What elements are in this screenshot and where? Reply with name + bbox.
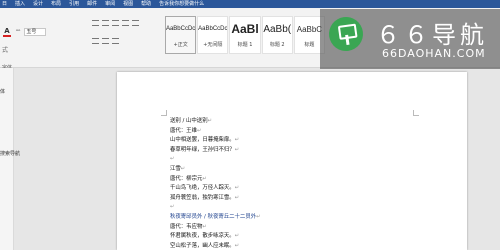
document-line-text: 送别 / 山中送别	[170, 118, 208, 124]
sidebar-style-label: 式	[2, 47, 9, 54]
justify-icon[interactable]	[122, 20, 129, 26]
paragraph-mark-icon: ↵	[256, 213, 261, 220]
document-line-text: 唐代：柳宗元	[170, 175, 203, 182]
paragraph-mark-icon: ↵	[170, 204, 175, 211]
paragraph-mark-icon: ↵	[202, 175, 207, 182]
paragraph-mark-icon: ↵	[170, 156, 175, 163]
document-line[interactable]: ↵	[170, 203, 370, 213]
document-line[interactable]: 山中相送罢，日暮掩柴扉。↵	[170, 136, 370, 146]
tab-insert[interactable]: 插入	[15, 0, 25, 8]
paragraph-mark-icon: ↵	[196, 127, 202, 134]
tab-review[interactable]: 审阅	[105, 0, 115, 8]
navigation-pane[interactable]: 体 搜索导航	[0, 68, 20, 250]
align-right-icon[interactable]	[112, 20, 119, 26]
document-line[interactable]: 怀君属秋夜，散步咏凉天。↵	[170, 232, 370, 242]
align-center-icon[interactable]	[102, 20, 109, 26]
document-line[interactable]: 春草明年绿，王孙归不归？↵	[170, 146, 370, 156]
align-left-icon[interactable]	[92, 20, 99, 26]
paragraph-mark-icon: ↵	[234, 185, 240, 192]
style-sample: AaBbCcDc	[165, 26, 196, 32]
numbering-icon[interactable]	[102, 38, 109, 44]
document-line-text: 秋夜寄邱员外 / 秋夜寄丘二十二员外	[170, 213, 257, 220]
paragraph-mark-icon: ↵	[234, 242, 240, 249]
watermark-url: 66DAOHAN.COM	[382, 47, 486, 60]
tell-me-search[interactable]: 告诉我你想要做什么	[159, 0, 204, 8]
font-size-select[interactable]: 五号	[24, 28, 47, 36]
styles-gallery: AaBbCcDc +正文 AaBbCcDc +无间隔 AaBl 标题 1 AaB…	[165, 16, 326, 54]
indent-icon[interactable]	[112, 38, 119, 44]
paragraph-group	[90, 18, 160, 58]
tab-help[interactable]: 帮助	[141, 0, 151, 8]
tab-references[interactable]: 引用	[69, 0, 79, 8]
style-name: 标题 2	[269, 42, 285, 48]
tab-view[interactable]: 视图	[123, 0, 133, 8]
document-line[interactable]: ↵	[170, 155, 370, 165]
font-color-glyph: A	[4, 26, 10, 35]
tab-mailings[interactable]: 邮件	[87, 0, 97, 8]
document-line-text: 唐代：王维	[170, 127, 197, 134]
style-name: +无间隔	[203, 42, 223, 48]
document-body[interactable]: 送别 / 山中送别↵ 唐代：王维↵ 山中相送罢，日暮掩柴扉。↵ 春草明年绿，王孙归不归…	[170, 117, 370, 250]
paragraph-mark-icon: ↵	[234, 137, 240, 144]
style-heading-2[interactable]: AaBb( 标题 2	[261, 16, 293, 54]
style-name: 标题 1	[237, 42, 253, 48]
document-line-text: 春草明年绿，王孙归不归？	[170, 146, 235, 153]
ribbon-tab-bar: 日 插入 设计 布局 引用 邮件 审阅 视图 帮助 告诉我你想要做什么	[0, 0, 500, 8]
style-sample: AaBl	[231, 22, 259, 36]
tab-layout[interactable]: 布局	[51, 0, 61, 8]
tab-home[interactable]: 日	[2, 0, 7, 8]
document-line[interactable]: 江雪↵	[170, 165, 370, 175]
document-line[interactable]: 唐代：韦应物↵	[170, 223, 370, 233]
style-sample: AaBbCcDc	[198, 26, 228, 32]
bullets-icon[interactable]	[92, 38, 99, 44]
word-app-window: 日 插入 设计 布局 引用 邮件 审阅 视图 帮助 告诉我你想要做什么 A ᴬᴬ…	[0, 0, 500, 250]
small-caps-icon[interactable]: ᴬᴬ	[16, 29, 20, 35]
paragraph-mark-icon: ↵	[234, 194, 240, 201]
document-line[interactable]: 孤舟蓑笠翁，独钓寒江雪。↵	[170, 194, 370, 204]
document-line-text: 山中相送罢，日暮掩柴扉。	[170, 137, 235, 144]
document-line[interactable]: 送别 / 山中送别↵	[170, 117, 370, 127]
watermark-title: ６６导航	[376, 21, 488, 49]
document-line[interactable]: 唐代：王维↵	[170, 127, 370, 137]
line-spacing-icon[interactable]	[132, 20, 139, 26]
document-line-text: 怀君属秋夜，散步咏凉天。	[170, 233, 235, 240]
nav-search-label[interactable]: 搜索导航	[0, 150, 20, 157]
document-line[interactable]: 唐代：柳宗元↵	[170, 175, 370, 185]
document-line[interactable]: 千山鸟飞绝，万径人踪灭。↵	[170, 184, 370, 194]
paragraph-mark-icon: ↵	[234, 146, 240, 153]
font-group-row: A ᴬᴬ 五号	[0, 26, 47, 37]
style-heading-1[interactable]: AaBl 标题 1	[229, 16, 261, 54]
document-line-text: 孤舟蓑笠翁，独钓寒江雪。	[170, 194, 235, 201]
margin-corner-mark	[413, 110, 419, 116]
style-name: +正文	[173, 42, 188, 48]
document-line-text: 江雪	[170, 165, 181, 172]
style-normal[interactable]: AaBbCcDc +正文	[165, 16, 197, 54]
style-sample: AaBb(	[263, 23, 292, 35]
document-line-text: 唐代：韦应物	[170, 223, 203, 230]
document-line-text: 空山松子落，幽人应未眠。	[170, 242, 235, 249]
document-line[interactable]: 空山松子落，幽人应未眠。↵	[170, 242, 370, 250]
tab-design[interactable]: 设计	[33, 0, 43, 8]
signpost-logo-icon	[326, 14, 366, 54]
paragraph-mark-icon: ↵	[207, 118, 213, 124]
font-color-button[interactable]: A	[2, 26, 12, 37]
document-line-text: 千山鸟飞绝，万径人踪灭。	[170, 185, 235, 192]
margin-corner-mark	[161, 110, 167, 116]
paragraph-mark-icon: ↵	[180, 165, 186, 172]
nav-group-label: 体	[0, 89, 6, 95]
document-page[interactable]: 送别 / 山中送别↵ 唐代：王维↵ 山中相送罢，日暮掩柴扉。↵ 春草明年绿，王孙归不归…	[117, 72, 467, 250]
paragraph-mark-icon: ↵	[202, 223, 207, 230]
document-line[interactable]: 秋夜寄邱员外 / 秋夜寄丘二十二员外↵	[170, 213, 370, 223]
paragraph-mark-icon: ↵	[234, 233, 240, 240]
site-watermark: ６６导航 66DAOHAN.COM	[320, 9, 500, 69]
style-no-spacing[interactable]: AaBbCcDc +无间隔	[197, 16, 229, 54]
